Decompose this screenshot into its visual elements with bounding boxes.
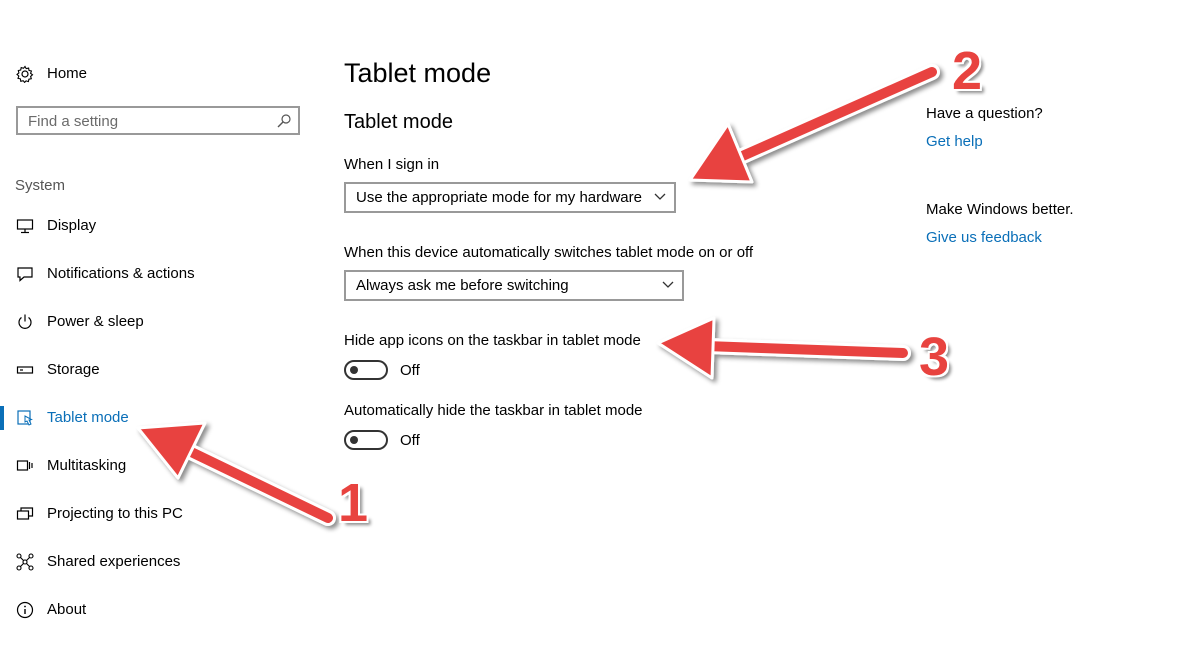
dropdown-value: Use the appropriate mode for my hardware: [356, 189, 642, 206]
arrow-2: [688, 64, 940, 184]
sidebar: Home Find a setting System Display Notif…: [0, 0, 320, 661]
search-placeholder: Find a setting: [28, 113, 119, 130]
sidebar-item-label: Projecting to this PC: [47, 505, 183, 522]
give-feedback-link[interactable]: Give us feedback: [926, 229, 1042, 246]
dropdown-value: Always ask me before switching: [356, 277, 569, 294]
annotation-number-3: 3: [919, 327, 950, 387]
power-icon: [18, 314, 32, 329]
shared-icon: [16, 553, 34, 571]
chevron-down-icon: [662, 281, 674, 288]
signin-label: When I sign in: [344, 156, 440, 173]
sidebar-item-about[interactable]: About: [0, 590, 320, 630]
active-indicator: [0, 406, 4, 430]
switch-mode-dropdown[interactable]: Always ask me before switching: [344, 270, 684, 301]
sidebar-item-label: Tablet mode: [47, 409, 129, 426]
get-help-link[interactable]: Get help: [926, 133, 983, 150]
sidebar-item-storage[interactable]: Storage: [0, 350, 320, 390]
section-label-system: System: [15, 177, 66, 194]
sidebar-item-shared-experiences[interactable]: Shared experiences: [0, 542, 320, 582]
signin-mode-dropdown[interactable]: Use the appropriate mode for my hardware: [344, 182, 676, 213]
hide-taskbar-label: Automatically hide the taskbar in tablet…: [344, 402, 643, 419]
sidebar-item-label: Shared experiences: [47, 553, 181, 570]
section-title: Tablet mode: [344, 111, 453, 133]
sidebar-item-label: Notifications & actions: [47, 265, 195, 282]
switch-label: When this device automatically switches …: [344, 244, 754, 261]
projecting-icon: [16, 507, 34, 520]
sidebar-item-label: Home: [47, 65, 88, 82]
page-title: Tablet mode: [344, 58, 492, 88]
info-icon: [16, 601, 34, 619]
storage-icon: [16, 366, 34, 374]
sidebar-item-projecting[interactable]: Projecting to this PC: [0, 494, 320, 534]
monitor-icon: [16, 219, 34, 234]
sidebar-item-power-sleep[interactable]: Power & sleep: [0, 302, 320, 342]
chevron-down-icon: [654, 193, 666, 200]
toggle-knob: [350, 366, 358, 374]
arrow-3: [656, 316, 911, 380]
search-icon: [277, 114, 291, 128]
tablet-mode-icon: [17, 410, 33, 426]
search-input[interactable]: Find a setting: [16, 106, 300, 135]
hide-taskbar-state: Off: [400, 432, 420, 449]
sidebar-item-multitasking[interactable]: Multitasking: [0, 446, 320, 486]
hide-icons-toggle[interactable]: [344, 360, 388, 380]
message-icon: [17, 267, 33, 282]
question-heading: Have a question?: [926, 105, 1043, 122]
sidebar-item-notifications[interactable]: Notifications & actions: [0, 254, 320, 294]
sidebar-item-tablet-mode[interactable]: Tablet mode: [0, 398, 320, 438]
gear-icon: [16, 65, 34, 83]
sidebar-item-label: Power & sleep: [47, 313, 144, 330]
sidebar-item-label: Storage: [47, 361, 100, 378]
sidebar-item-label: Multitasking: [47, 457, 127, 474]
toggle-knob: [350, 436, 358, 444]
sidebar-item-label: About: [47, 601, 87, 618]
multitasking-icon: [16, 460, 33, 471]
annotation-number-1: 1: [338, 473, 369, 533]
feedback-heading: Make Windows better.: [926, 201, 1074, 218]
hide-taskbar-toggle[interactable]: [344, 430, 388, 450]
sidebar-item-label: Display: [47, 217, 97, 234]
sidebar-item-display[interactable]: Display: [0, 206, 320, 246]
hide-icons-label: Hide app icons on the taskbar in tablet …: [344, 332, 641, 349]
annotation-number-2: 2: [952, 41, 983, 101]
hide-icons-state: Off: [400, 362, 420, 379]
sidebar-item-home[interactable]: Home: [0, 54, 320, 94]
